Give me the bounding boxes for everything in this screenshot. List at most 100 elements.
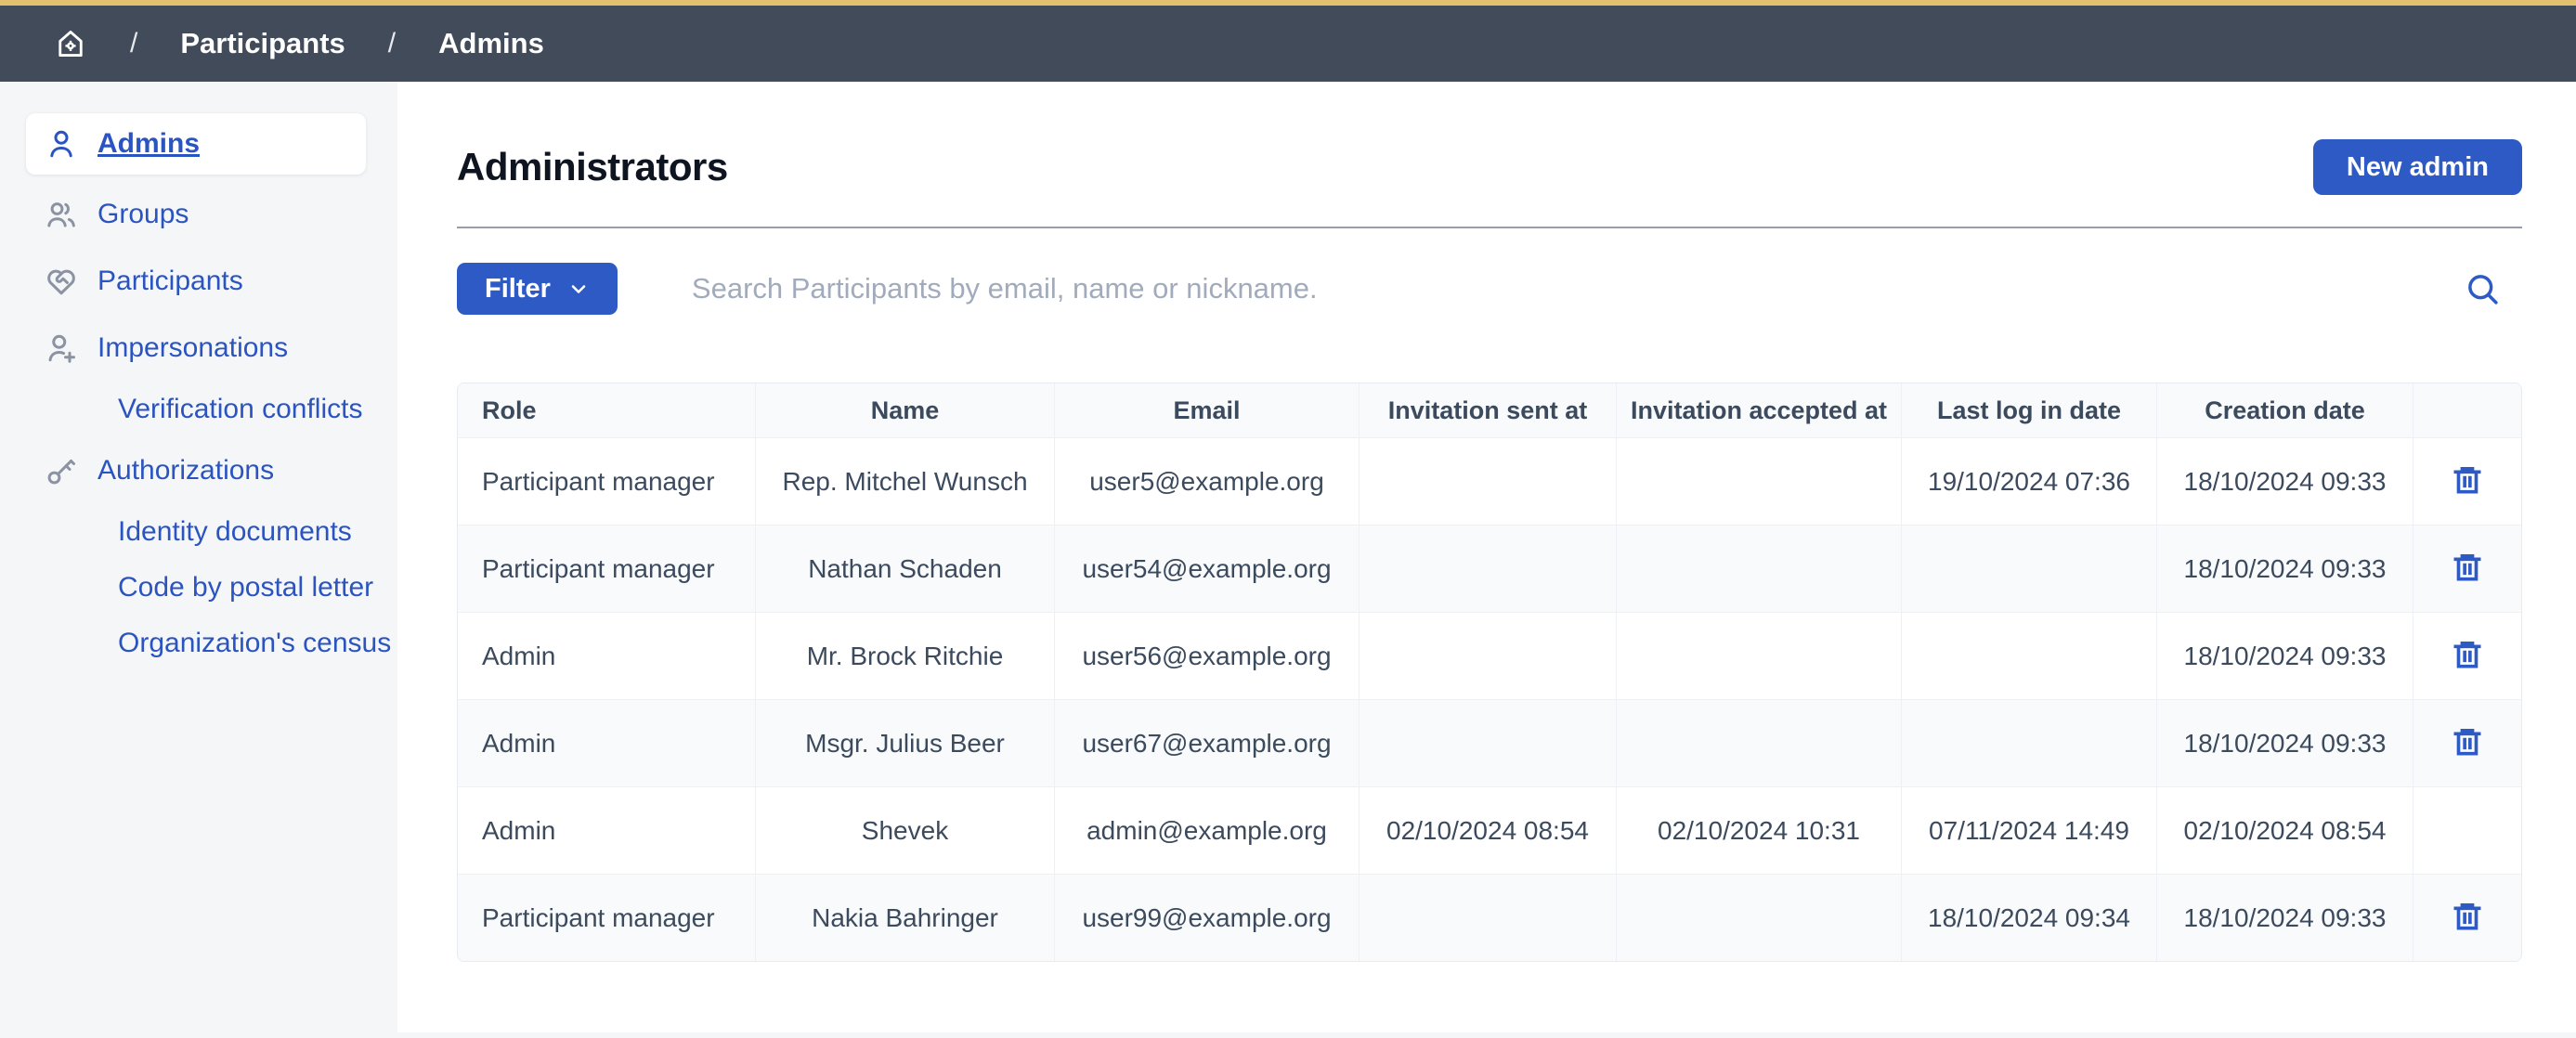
cell-role: Admin (458, 786, 755, 874)
page-title: Administrators (457, 145, 728, 189)
table-row: Admin Msgr. Julius Beer user67@example.o… (458, 699, 2521, 786)
cell-creation-date: 18/10/2024 09:33 (2156, 699, 2413, 786)
cell-creation-date: 18/10/2024 09:33 (2156, 525, 2413, 612)
cell-actions (2413, 699, 2521, 786)
cell-invitation-accepted-at: 02/10/2024 10:31 (1616, 786, 1901, 874)
sidebar-item-label: Organization's census (118, 628, 391, 659)
cell-actions (2413, 612, 2521, 699)
sidebar-item-groups[interactable]: Groups (26, 182, 366, 247)
trash-icon (2450, 637, 2485, 672)
search-row: Filter (457, 263, 2522, 315)
trash-icon (2450, 899, 2485, 934)
table-row: Participant manager Nathan Schaden user5… (458, 525, 2521, 612)
delete-admin-button[interactable] (2446, 633, 2489, 676)
sidebar: Admins Groups Participants (0, 82, 397, 1032)
table-row: Participant manager Rep. Mitchel Wunsch … (458, 437, 2521, 525)
cell-last-log-in-date: 18/10/2024 09:34 (1901, 874, 2156, 961)
home-gear-icon[interactable] (54, 27, 87, 60)
trash-icon (2450, 462, 2485, 498)
delete-admin-button[interactable] (2446, 720, 2489, 763)
cell-invitation-accepted-at (1616, 699, 1901, 786)
search-input[interactable] (692, 272, 2455, 305)
trash-icon (2450, 550, 2485, 585)
table-row: Participant manager Nakia Bahringer user… (458, 874, 2521, 961)
cell-creation-date: 18/10/2024 09:33 (2156, 874, 2413, 961)
cell-last-log-in-date (1901, 525, 2156, 612)
sidebar-item-authorizations[interactable]: Authorizations (26, 438, 366, 503)
column-header-actions (2413, 383, 2521, 437)
sidebar-item-organizations-census[interactable]: Organization's census (26, 616, 366, 670)
breadcrumb: / Participants / Admins (54, 27, 544, 60)
column-header-creation-date: Creation date (2156, 383, 2413, 437)
sidebar-item-label: Verification conflicts (118, 394, 362, 425)
sidebar-item-label: Groups (98, 199, 189, 230)
sidebar-item-label: Identity documents (118, 516, 352, 548)
breadcrumb-separator: / (388, 28, 396, 59)
cell-actions (2413, 786, 2521, 874)
heart-handshake-icon (44, 264, 79, 299)
cell-invitation-accepted-at (1616, 437, 1901, 525)
filter-button[interactable]: Filter (457, 263, 618, 315)
user-plus-icon (44, 331, 79, 366)
cell-email: user67@example.org (1054, 699, 1359, 786)
admins-table: Role Name Email Invitation sent at Invit… (457, 383, 2522, 962)
cell-last-log-in-date: 19/10/2024 07:36 (1901, 437, 2156, 525)
breadcrumb-admins[interactable]: Admins (438, 27, 544, 60)
users-icon (44, 197, 79, 232)
sidebar-item-code-by-postal-letter[interactable]: Code by postal letter (26, 561, 366, 615)
delete-admin-button[interactable] (2446, 546, 2489, 589)
sidebar-item-label: Code by postal letter (118, 572, 373, 603)
cell-email: user99@example.org (1054, 874, 1359, 961)
search-icon (2463, 269, 2502, 308)
sidebar-item-participants[interactable]: Participants (26, 249, 366, 314)
sidebar-item-admins[interactable]: Admins (26, 113, 366, 175)
cell-actions (2413, 437, 2521, 525)
sidebar-item-label: Admins (98, 128, 200, 160)
cell-last-log-in-date: 07/11/2024 14:49 (1901, 786, 2156, 874)
cell-actions (2413, 525, 2521, 612)
sidebar-item-label: Impersonations (98, 332, 288, 364)
column-header-invitation-sent-at: Invitation sent at (1359, 383, 1616, 437)
cell-last-log-in-date (1901, 612, 2156, 699)
page-layout: Admins Groups Participants (0, 82, 2576, 1032)
cell-name: Msgr. Julius Beer (755, 699, 1054, 786)
column-header-invitation-accepted-at: Invitation accepted at (1616, 383, 1901, 437)
cell-creation-date: 18/10/2024 09:33 (2156, 612, 2413, 699)
cell-name: Rep. Mitchel Wunsch (755, 437, 1054, 525)
cell-role: Admin (458, 699, 755, 786)
sidebar-item-identity-documents[interactable]: Identity documents (26, 505, 366, 559)
table-row: Admin Mr. Brock Ritchie user56@example.o… (458, 612, 2521, 699)
breadcrumb-separator: / (130, 28, 137, 59)
cell-invitation-sent-at (1359, 874, 1616, 961)
new-admin-button[interactable]: New admin (2313, 139, 2522, 195)
cell-invitation-accepted-at (1616, 874, 1901, 961)
table-header-row: Role Name Email Invitation sent at Invit… (458, 383, 2521, 437)
top-navbar: / Participants / Admins (0, 0, 2576, 82)
cell-creation-date: 02/10/2024 08:54 (2156, 786, 2413, 874)
chevron-down-icon (567, 278, 590, 300)
cell-invitation-accepted-at (1616, 612, 1901, 699)
header-divider (457, 227, 2522, 228)
page-header: Administrators New admin (457, 82, 2522, 195)
breadcrumb-participants[interactable]: Participants (180, 27, 345, 60)
delete-admin-button[interactable] (2446, 459, 2489, 501)
main-content: Administrators New admin Filter (397, 82, 2576, 1032)
cell-name: Shevek (755, 786, 1054, 874)
column-header-name: Name (755, 383, 1054, 437)
cell-invitation-sent-at: 02/10/2024 08:54 (1359, 786, 1616, 874)
sidebar-item-label: Participants (98, 266, 243, 297)
column-header-last-log-in-date: Last log in date (1901, 383, 2156, 437)
cell-invitation-sent-at (1359, 612, 1616, 699)
column-header-email: Email (1054, 383, 1359, 437)
sidebar-item-impersonations[interactable]: Impersonations (26, 316, 366, 381)
trash-icon (2450, 724, 2485, 759)
cell-role: Admin (458, 612, 755, 699)
cell-email: user5@example.org (1054, 437, 1359, 525)
delete-admin-button[interactable] (2446, 895, 2489, 938)
sidebar-item-verification-conflicts[interactable]: Verification conflicts (26, 383, 366, 436)
table-row: Admin Shevek admin@example.org 02/10/202… (458, 786, 2521, 874)
search-button[interactable] (2455, 269, 2509, 308)
cell-email: user56@example.org (1054, 612, 1359, 699)
cell-name: Mr. Brock Ritchie (755, 612, 1054, 699)
filter-button-label: Filter (485, 274, 551, 305)
